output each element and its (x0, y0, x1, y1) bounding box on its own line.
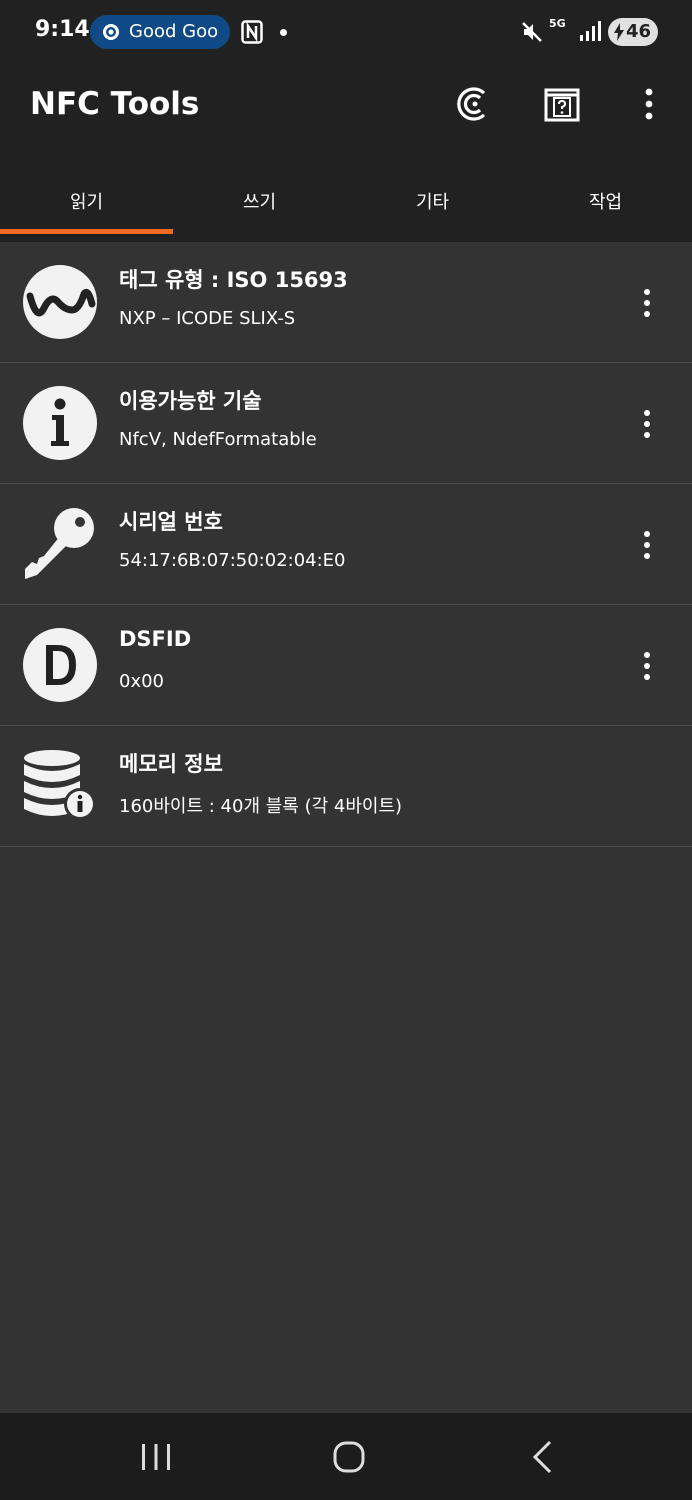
list-item-title: 시리얼 번호 (119, 510, 223, 534)
list-item-title: 메모리 정보 (119, 752, 223, 776)
letter-d-icon (23, 628, 97, 702)
tab-selected-indicator (0, 229, 173, 234)
tab-label: 기타 (415, 192, 450, 213)
charging-icon (614, 23, 624, 41)
network-type: 5G (549, 17, 566, 30)
nfc-icon (241, 20, 263, 44)
record-icon (103, 24, 119, 40)
list-item-subtitle: 0x00 (119, 671, 165, 692)
mute-icon (522, 22, 542, 42)
list-item-subtitle: NfcV, NdefFormatable (119, 429, 317, 450)
help-icon[interactable] (542, 84, 582, 124)
database-info-icon (24, 750, 96, 820)
credits-icon[interactable] (454, 84, 494, 124)
status-time: 9:14 (35, 17, 90, 42)
waveform-icon (23, 265, 97, 339)
tab-label: 읽기 (69, 192, 104, 213)
app-title: NFC Tools (30, 86, 200, 122)
app-bar: NFC Tools 읽기 쓰기 기타 작업 (0, 64, 692, 242)
list-item-memory-info[interactable]: 메모리 정보 160바이트 : 40개 블록 (각 4바이트) (0, 726, 692, 847)
list-item-subtitle: 160바이트 : 40개 블록 (각 4바이트) (119, 796, 403, 817)
tab-read[interactable]: 읽기 (0, 176, 173, 242)
notification-pill-text: Good Goo (129, 21, 219, 42)
system-nav-bar (0, 1413, 692, 1500)
tab-bar: 읽기 쓰기 기타 작업 (0, 176, 692, 242)
tab-other[interactable]: 기타 (346, 176, 519, 242)
list-item-tag-type[interactable]: 태그 유형 : ISO 15693 NXP – ICODE SLIX-S (0, 242, 692, 363)
notification-dot (280, 29, 287, 36)
list-item-serial-number[interactable]: 시리얼 번호 54:17:6B:07:50:02:04:E0 (0, 484, 692, 605)
list-item-technologies[interactable]: 이용가능한 기술 NfcV, NdefFormatable (0, 363, 692, 484)
item-menu-icon[interactable] (632, 286, 662, 320)
recent-apps-icon[interactable] (134, 1435, 178, 1479)
info-icon (23, 386, 97, 460)
status-bar: 9:14 Good Goo 5G 46 (0, 0, 692, 64)
notification-pill[interactable]: Good Goo (90, 15, 230, 49)
tab-tasks[interactable]: 작업 (519, 176, 692, 242)
item-menu-icon[interactable] (632, 407, 662, 441)
list-item-subtitle: 54:17:6B:07:50:02:04:E0 (119, 550, 346, 571)
battery-indicator: 46 (608, 18, 658, 46)
tab-write[interactable]: 쓰기 (173, 176, 346, 242)
signal-icon (580, 21, 601, 41)
list-item-dsfid[interactable]: DSFID 0x00 (0, 605, 692, 726)
overflow-menu-icon[interactable] (630, 84, 670, 124)
home-icon[interactable] (327, 1435, 371, 1479)
list-item-subtitle: NXP – ICODE SLIX-S (119, 308, 296, 329)
tab-label: 작업 (588, 192, 623, 213)
tab-label: 쓰기 (242, 192, 277, 213)
item-menu-icon[interactable] (632, 528, 662, 562)
back-icon[interactable] (521, 1435, 565, 1479)
battery-level: 46 (626, 21, 652, 42)
item-menu-icon[interactable] (632, 649, 662, 683)
key-icon (25, 508, 94, 579)
list-item-title: 이용가능한 기술 (119, 389, 262, 413)
tag-info-list: 태그 유형 : ISO 15693 NXP – ICODE SLIX-S 이용가… (0, 242, 692, 847)
list-item-title: 태그 유형 : ISO 15693 (119, 268, 348, 292)
list-item-title: DSFID (119, 627, 192, 651)
